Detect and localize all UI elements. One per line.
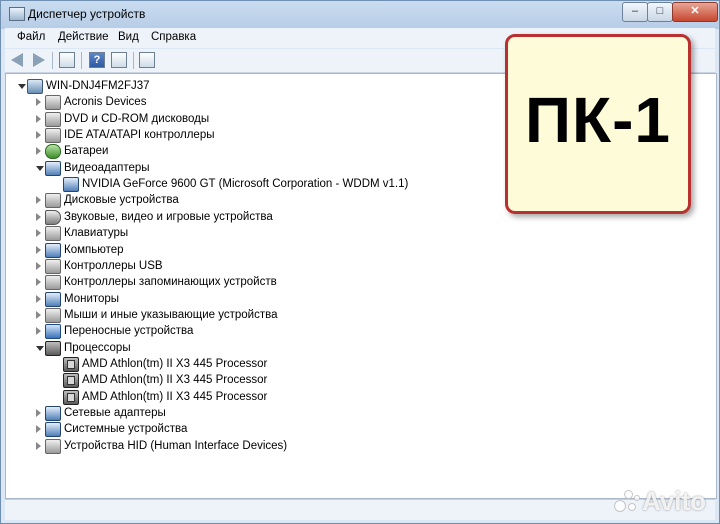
grey-device-icon [45,193,61,209]
minimize-button[interactable]: – [622,2,648,22]
tree-device-label: AMD Athlon(tm) II X3 445 Processor [82,357,268,370]
expand-icon[interactable] [36,212,41,221]
scan-hardware-icon[interactable] [139,52,155,68]
toolbar-separator [133,52,134,69]
maximize-button[interactable]: □ [647,2,673,22]
title-bar[interactable]: Диспетчер устройств – □ ✕ [1,1,719,27]
menu-file[interactable]: Файл [17,31,45,43]
speaker-device-icon [45,209,61,225]
expand-icon[interactable] [36,229,41,238]
pc-label-text: ПК-1 [525,84,671,156]
expand-icon[interactable] [36,261,41,270]
grey-device-icon [45,275,61,291]
tree-category-label: Компьютер [64,243,124,256]
tree-category-label: Устройства HID (Human Interface Devices) [64,439,288,452]
avito-watermark: Avito [612,484,716,518]
menu-help[interactable]: Справка [151,31,196,43]
grey-device-icon [45,226,61,242]
expand-icon[interactable] [36,114,41,123]
blue-device-icon [45,324,61,340]
monitor-device-icon [45,242,61,258]
monitor-device-icon [45,406,61,421]
tree-device-label: AMD Athlon(tm) II X3 445 Processor [82,390,268,403]
green-device-icon [45,144,61,160]
expand-icon[interactable] [36,131,41,140]
expand-icon[interactable] [36,147,41,156]
tree-category-label: Контроллеры USB [64,259,163,272]
tree-category-label: Acronis Devices [64,96,147,109]
menu-view[interactable]: Вид [118,31,139,43]
monitor-device-icon [45,291,61,307]
tree-category-label: Системные устройства [64,423,188,436]
properties-icon[interactable] [59,52,75,68]
expand-icon[interactable] [36,294,41,303]
toolbar-separator [52,52,53,69]
collapse-icon[interactable] [36,345,44,351]
grey-device-icon [45,258,61,274]
tree-category-label: Звуковые, видео и игровые устройства [64,210,273,223]
monitor-device-icon [45,422,61,438]
device-manager-icon [9,7,25,21]
grey-device-icon [45,128,61,144]
tree-category-label: Контроллеры запоминающих устройств [64,276,277,289]
tree-category-label: Процессоры [64,341,131,354]
pc-label-badge: ПК-1 [505,34,691,214]
chip-core-icon [67,376,75,386]
tree-device-label: NVIDIA GeForce 9600 GT (Microsoft Corpor… [82,178,409,191]
grey-device-icon [45,95,61,111]
grey-device-icon [45,307,61,323]
chip-device-icon [45,340,61,356]
grey-device-icon [45,111,61,127]
tree-category-label: Мыши и иные указывающие устройства [64,308,278,321]
collapse-icon[interactable] [18,84,26,89]
forward-icon[interactable] [33,53,45,67]
tree-device-label: AMD Athlon(tm) II X3 445 Processor [82,374,268,387]
expand-icon[interactable] [36,278,41,287]
processor-icon [63,373,79,389]
tree-category-label: Клавиатуры [64,227,129,240]
tree-category-label: Батареи [64,145,109,158]
expand-icon[interactable] [36,409,41,417]
collapse-icon[interactable] [36,165,44,171]
grey-device-icon [45,438,61,454]
status-bar [5,499,715,520]
help-icon[interactable]: ? [89,52,105,68]
monitor-device-icon [45,160,61,176]
window-title: Диспетчер устройств [28,7,146,21]
toolbar-separator [81,52,82,69]
processor-icon [63,356,79,372]
expand-icon[interactable] [36,310,41,319]
tree-root-label: WIN-DNJ4FM2FJ37 [46,80,150,92]
console-tree-icon[interactable] [111,52,127,68]
expand-icon[interactable] [36,327,41,336]
display-adapter-icon [63,177,79,193]
computer-icon [27,79,43,94]
tree-category-label: DVD и CD-ROM дисководы [64,112,210,125]
tree-category-label: Переносные устройства [64,325,194,338]
tree-category-label: IDE ATA/ATAPI контроллеры [64,129,215,142]
watermark-text: Avito [642,486,707,516]
tree-category-label: Дисковые устройства [64,194,179,207]
expand-icon[interactable] [36,98,41,107]
processor-icon [63,389,79,405]
menu-action[interactable]: Действие [58,31,109,43]
expand-icon[interactable] [36,245,41,254]
expand-icon[interactable] [36,196,41,205]
back-icon[interactable] [11,53,23,67]
tree-category-label: Мониторы [64,292,120,305]
close-button[interactable]: ✕ [672,2,718,22]
tree-category-label: Видеоадаптеры [64,161,150,174]
expand-icon[interactable] [36,425,41,434]
tree-category-label: Сетевые адаптеры [64,407,166,419]
expand-icon[interactable] [36,441,41,450]
chip-core-icon [67,359,75,369]
chip-core-icon [67,392,75,402]
